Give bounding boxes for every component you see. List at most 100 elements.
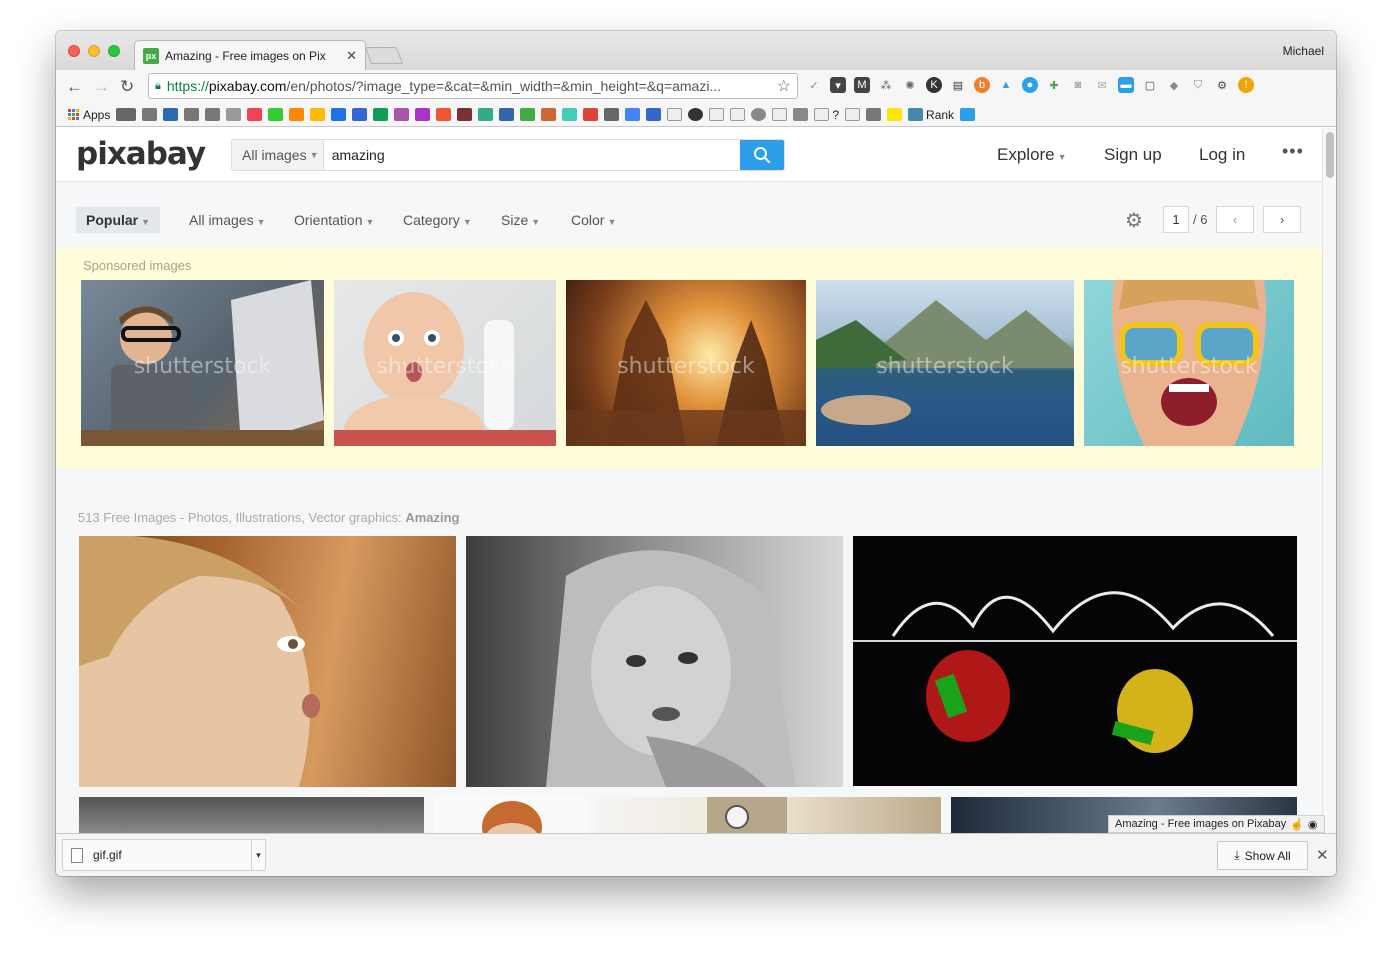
mail-extension-icon[interactable]: ✉ bbox=[1094, 77, 1110, 93]
address-bar[interactable]: 🔒︎ https://pixabay.com/en/photos/?image_… bbox=[148, 73, 798, 99]
circle-icon[interactable] bbox=[310, 108, 326, 121]
grid-extension-icon[interactable]: ⁂ bbox=[878, 77, 894, 93]
color-dropdown[interactable]: Color ▼ bbox=[571, 212, 616, 228]
close-window-button[interactable] bbox=[68, 45, 80, 57]
download-item[interactable]: gif.gif ▾ bbox=[62, 839, 266, 871]
page-scrollbar[interactable] bbox=[1322, 128, 1336, 833]
next-page-button[interactable]: › bbox=[1263, 206, 1301, 233]
sponsored-image[interactable]: shutterstock bbox=[334, 280, 556, 446]
reload-icon[interactable]: ↻ bbox=[120, 77, 134, 97]
folder-icon[interactable] bbox=[142, 108, 158, 121]
chrome-icon[interactable] bbox=[541, 108, 557, 121]
search-input[interactable] bbox=[323, 140, 741, 170]
fruit-icon[interactable] bbox=[289, 108, 305, 121]
size-dropdown[interactable]: Size ▼ bbox=[501, 212, 540, 228]
swirl-icon[interactable] bbox=[268, 108, 284, 121]
alert-extension-icon[interactable]: ! bbox=[1238, 77, 1254, 93]
close-shelf-icon[interactable]: ✕ bbox=[1316, 846, 1329, 864]
k-extension-icon[interactable]: K bbox=[926, 77, 942, 93]
magnifier-icon[interactable] bbox=[866, 108, 882, 121]
page-icon[interactable] bbox=[730, 108, 746, 121]
sponsored-image[interactable]: shutterstock bbox=[816, 280, 1074, 446]
explore-menu[interactable]: Explore ▼ bbox=[997, 145, 1067, 165]
folder-icon[interactable] bbox=[205, 108, 221, 121]
result-image[interactable] bbox=[434, 797, 587, 833]
slides-icon[interactable] bbox=[436, 108, 452, 121]
settings-extension-icon[interactable]: ⚙ bbox=[1214, 77, 1230, 93]
soccer-icon[interactable] bbox=[688, 108, 704, 121]
tab-pixabay[interactable]: px Amazing - Free images on Pix ✕ bbox=[134, 40, 366, 70]
stripes-extension-icon[interactable]: ▤ bbox=[950, 77, 966, 93]
sponsored-image[interactable]: shutterstock bbox=[1084, 280, 1294, 446]
image-icon[interactable] bbox=[793, 108, 809, 121]
pocket-extension-icon[interactable]: ▾ bbox=[830, 77, 846, 93]
folder-icon[interactable] bbox=[116, 108, 137, 121]
drive-icon[interactable] bbox=[373, 108, 389, 121]
bookmark-apps[interactable]: Apps bbox=[68, 108, 110, 122]
download-options-chevron-icon[interactable]: ▾ bbox=[251, 840, 265, 870]
photos-icon[interactable] bbox=[394, 108, 410, 121]
login-link[interactable]: Log in bbox=[1199, 145, 1245, 165]
search-type-dropdown[interactable]: All images ▼ bbox=[232, 140, 324, 170]
check-extension-icon[interactable]: ✓ bbox=[806, 77, 822, 93]
bookmark-question[interactable]: ? bbox=[814, 108, 839, 122]
a-icon[interactable] bbox=[478, 108, 494, 121]
rss-extension-icon[interactable]: ◙ bbox=[1070, 77, 1086, 93]
sponsored-image[interactable]: shutterstock bbox=[81, 280, 324, 446]
signup-link[interactable]: Sign up bbox=[1104, 145, 1162, 165]
eye-extension-icon[interactable]: ● bbox=[1022, 77, 1038, 93]
plus-extension-icon[interactable]: ✚ bbox=[1046, 77, 1062, 93]
orientation-dropdown[interactable]: Orientation ▼ bbox=[294, 212, 374, 228]
page-number-input[interactable]: 1 bbox=[1163, 206, 1189, 233]
p-icon[interactable] bbox=[887, 108, 903, 121]
bookmark-rank[interactable]: Rank bbox=[908, 108, 954, 122]
bookmark-star-icon[interactable]: ☆ bbox=[777, 76, 791, 96]
search-button[interactable] bbox=[740, 140, 784, 170]
bird-extension-icon[interactable]: ▲ bbox=[998, 77, 1014, 93]
puzzle-icon[interactable] bbox=[415, 108, 431, 121]
folder-icon[interactable] bbox=[184, 108, 200, 121]
anchor-icon[interactable] bbox=[163, 108, 179, 121]
tab-close-icon[interactable]: ✕ bbox=[346, 48, 357, 64]
globe-icon[interactable] bbox=[751, 108, 767, 121]
book-icon[interactable] bbox=[457, 108, 473, 121]
wifi-icon[interactable] bbox=[960, 108, 976, 121]
result-image[interactable] bbox=[853, 536, 1297, 786]
sponsored-image[interactable]: shutterstock bbox=[566, 280, 806, 446]
page-icon[interactable] bbox=[709, 108, 725, 121]
more-menu-icon[interactable]: ••• bbox=[1282, 141, 1304, 162]
camera-icon[interactable] bbox=[604, 108, 620, 121]
forward-arrow-icon[interactable]: → bbox=[93, 77, 110, 97]
pin-icon[interactable] bbox=[499, 108, 515, 121]
b-extension-icon[interactable]: b bbox=[974, 77, 990, 93]
result-image[interactable] bbox=[597, 797, 941, 833]
m-icon[interactable] bbox=[562, 108, 578, 121]
minimize-window-button[interactable] bbox=[88, 45, 100, 57]
google-icon[interactable] bbox=[625, 108, 641, 121]
all-images-dropdown[interactable]: All images ▼ bbox=[189, 212, 266, 228]
docs-icon[interactable] bbox=[352, 108, 368, 121]
gear-extension-icon[interactable]: ✺ bbox=[902, 77, 918, 93]
scrollbar-thumb[interactable] bbox=[1326, 132, 1334, 178]
asana-icon[interactable] bbox=[247, 108, 263, 121]
result-image[interactable] bbox=[79, 536, 456, 787]
drive-icon[interactable] bbox=[331, 108, 347, 121]
page-icon[interactable] bbox=[845, 108, 861, 121]
show-all-downloads-button[interactable]: ⤓ Show All bbox=[1217, 841, 1308, 870]
gear-icon[interactable]: ⚙ bbox=[1125, 208, 1143, 233]
page-icon[interactable] bbox=[667, 108, 683, 121]
category-dropdown[interactable]: Category ▼ bbox=[403, 212, 472, 228]
profile-name[interactable]: Michael bbox=[1283, 44, 1324, 58]
prev-page-button[interactable]: ‹ bbox=[1216, 206, 1254, 233]
new-tab-button[interactable] bbox=[364, 47, 404, 64]
back-arrow-icon[interactable]: ← bbox=[66, 77, 83, 97]
google-icon[interactable] bbox=[583, 108, 599, 121]
m-extension-icon[interactable]: M bbox=[854, 77, 870, 93]
sort-popular-dropdown[interactable]: Popular ▼ bbox=[76, 207, 161, 233]
result-image[interactable] bbox=[466, 536, 843, 787]
shield-extension-icon[interactable]: ⛉ bbox=[1190, 77, 1206, 93]
crop-extension-icon[interactable]: ▢ bbox=[1142, 77, 1158, 93]
cube-extension-icon[interactable]: ◆ bbox=[1166, 77, 1182, 93]
pixabay-logo[interactable]: pixabay bbox=[76, 136, 206, 172]
box-icon[interactable] bbox=[226, 108, 242, 121]
